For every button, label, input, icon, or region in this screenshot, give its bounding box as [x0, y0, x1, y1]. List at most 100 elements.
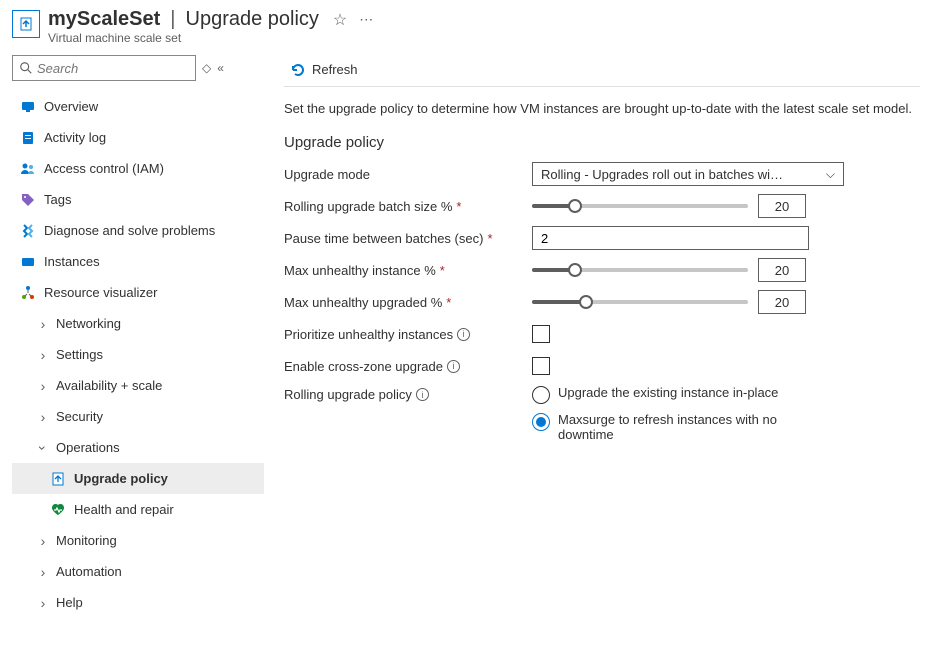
info-icon[interactable]: i	[416, 388, 429, 401]
max-unhealthy-slider[interactable]	[532, 262, 748, 278]
rolling-policy-label: Rolling upgrade policy	[284, 387, 412, 402]
chevron-right-icon: ›	[36, 316, 50, 332]
page-description: Set the upgrade policy to determine how …	[284, 101, 920, 116]
more-actions-icon[interactable]: ⋯	[359, 11, 375, 28]
required-indicator: *	[440, 263, 445, 278]
nav-upgrade-policy[interactable]: Upgrade policy	[12, 463, 264, 494]
diagnose-icon	[20, 223, 36, 239]
nav-availability-scale[interactable]: › Availability + scale	[12, 370, 264, 401]
nav-overview[interactable]: Overview	[12, 91, 264, 122]
chevron-right-icon: ›	[36, 564, 50, 580]
nav-iam[interactable]: Access control (IAM)	[12, 153, 264, 184]
chevron-right-icon: ›	[36, 595, 50, 611]
nav-label: Resource visualizer	[44, 285, 157, 300]
refresh-label: Refresh	[312, 62, 358, 77]
chevron-down-icon: ›	[35, 441, 51, 455]
max-unhealthy-upgraded-value[interactable]: 20	[758, 290, 806, 314]
batch-size-slider[interactable]	[532, 198, 748, 214]
tags-icon	[20, 192, 36, 208]
nav-label: Tags	[44, 192, 71, 207]
radio-in-place[interactable]: Upgrade the existing instance in-place	[532, 385, 844, 404]
pause-time-label: Pause time between batches (sec)	[284, 231, 483, 246]
nav-diagnose[interactable]: Diagnose and solve problems	[12, 215, 264, 246]
page-title: Upgrade policy	[186, 8, 319, 31]
max-unhealthy-upgraded-slider[interactable]	[532, 294, 748, 310]
section-title: Upgrade policy	[284, 134, 920, 151]
refresh-button[interactable]: Refresh	[284, 58, 364, 82]
favorite-icon[interactable]: ☆	[333, 10, 347, 30]
nav-help[interactable]: › Help	[12, 587, 264, 618]
iam-icon	[20, 161, 36, 177]
resource-name: myScaleSet	[48, 8, 160, 31]
batch-size-label: Rolling upgrade batch size %	[284, 199, 452, 214]
radio-maxsurge[interactable]: Maxsurge to refresh instances with no do…	[532, 412, 844, 442]
nav-label: Automation	[56, 564, 122, 579]
activity-log-icon	[20, 130, 36, 146]
resource-visualizer-icon	[20, 285, 36, 301]
collapse-sidebar-icon[interactable]: «	[217, 61, 224, 75]
chevron-right-icon: ›	[36, 347, 50, 363]
expand-icon[interactable]: ◇	[202, 61, 211, 75]
health-repair-icon	[50, 502, 66, 518]
nav-label: Availability + scale	[56, 378, 162, 393]
resource-type-label: Virtual machine scale set	[48, 31, 928, 45]
nav-label: Settings	[56, 347, 103, 362]
nav-activity-log[interactable]: Activity log	[12, 122, 264, 153]
upgrade-mode-select[interactable]: Rolling - Upgrades roll out in batches w…	[532, 162, 844, 186]
prioritize-unhealthy-label: Prioritize unhealthy instances	[284, 327, 453, 342]
max-unhealthy-upgraded-label: Max unhealthy upgraded %	[284, 295, 442, 310]
chevron-right-icon: ›	[36, 409, 50, 425]
overview-icon	[20, 99, 36, 115]
nav-label: Upgrade policy	[74, 471, 168, 486]
chevron-down-icon: ⌵	[826, 167, 835, 182]
radio-icon	[532, 386, 550, 404]
required-indicator: *	[446, 295, 451, 310]
nav-label: Help	[56, 595, 83, 610]
nav-label: Health and repair	[74, 502, 174, 517]
nav-networking[interactable]: › Networking	[12, 308, 264, 339]
nav-operations[interactable]: › Operations	[12, 432, 264, 463]
nav-label: Monitoring	[56, 533, 117, 548]
nav-label: Activity log	[44, 130, 106, 145]
nav-resource-visualizer[interactable]: Resource visualizer	[12, 277, 264, 308]
nav-label: Networking	[56, 316, 121, 331]
chevron-right-icon: ›	[36, 378, 50, 394]
required-indicator: *	[487, 231, 492, 246]
search-input[interactable]	[37, 61, 189, 76]
info-icon[interactable]: i	[457, 328, 470, 341]
enable-cross-zone-checkbox[interactable]	[532, 357, 550, 375]
nav-label: Overview	[44, 99, 98, 114]
radio-icon	[532, 413, 550, 431]
enable-cross-zone-label: Enable cross-zone upgrade	[284, 359, 443, 374]
nav-label: Security	[56, 409, 103, 424]
resource-type-icon	[12, 10, 40, 38]
upgrade-mode-label: Upgrade mode	[284, 167, 532, 182]
required-indicator: *	[456, 199, 461, 214]
upgrade-mode-value: Rolling - Upgrades roll out in batches w…	[541, 167, 783, 182]
nav-label: Operations	[56, 440, 120, 455]
chevron-right-icon: ›	[36, 533, 50, 549]
prioritize-unhealthy-checkbox[interactable]	[532, 325, 550, 343]
nav-settings[interactable]: › Settings	[12, 339, 264, 370]
nav-label: Instances	[44, 254, 100, 269]
nav-instances[interactable]: Instances	[12, 246, 264, 277]
nav-health-repair[interactable]: Health and repair	[12, 494, 264, 525]
info-icon[interactable]: i	[447, 360, 460, 373]
upgrade-policy-icon	[50, 471, 66, 487]
nav-label: Diagnose and solve problems	[44, 223, 215, 238]
title-separator: |	[170, 8, 175, 31]
batch-size-value[interactable]: 20	[758, 194, 806, 218]
max-unhealthy-label: Max unhealthy instance %	[284, 263, 436, 278]
pause-time-input[interactable]	[532, 226, 809, 250]
nav-automation[interactable]: › Automation	[12, 556, 264, 587]
search-icon	[19, 61, 33, 75]
radio-in-place-label: Upgrade the existing instance in-place	[558, 385, 778, 400]
nav-monitoring[interactable]: › Monitoring	[12, 525, 264, 556]
nav-tags[interactable]: Tags	[12, 184, 264, 215]
instances-icon	[20, 254, 36, 270]
radio-maxsurge-label: Maxsurge to refresh instances with no do…	[558, 412, 818, 442]
max-unhealthy-value[interactable]: 20	[758, 258, 806, 282]
nav-security[interactable]: › Security	[12, 401, 264, 432]
search-input-wrapper[interactable]	[12, 55, 196, 81]
nav-label: Access control (IAM)	[44, 161, 164, 176]
